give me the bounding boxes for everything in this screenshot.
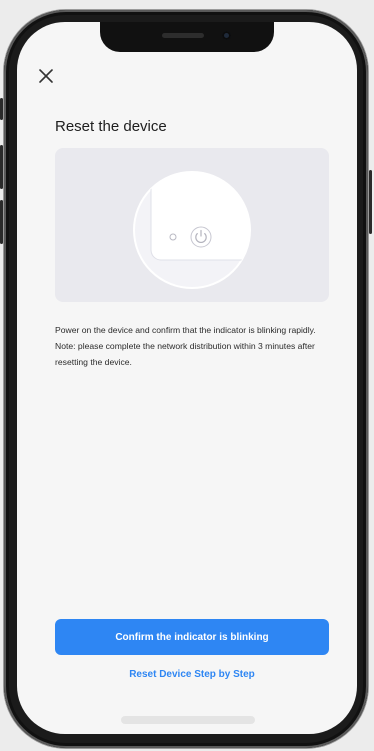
side-button (0, 98, 3, 120)
reset-step-by-step-link[interactable]: Reset Device Step by Step (55, 669, 329, 680)
device-illustration (55, 148, 329, 302)
instruction-line-2: Note: please complete the network distri… (55, 341, 315, 367)
instruction-line-1: Power on the device and confirm that the… (55, 325, 316, 335)
instructions-text: Power on the device and confirm that the… (55, 322, 329, 370)
home-indicator (121, 716, 255, 724)
volume-down-button (0, 200, 3, 244)
power-button (369, 170, 372, 234)
notch (100, 22, 274, 52)
phone-screen: Reset the device Power on the device and… (17, 22, 357, 734)
confirm-blinking-button[interactable]: Confirm the indicator is blinking (55, 619, 329, 655)
close-icon[interactable] (37, 67, 55, 85)
close-icon-glyph (39, 69, 53, 83)
speaker-grille (162, 33, 204, 38)
volume-up-button (0, 145, 3, 189)
device-drawing (133, 171, 251, 289)
power-icon (190, 226, 212, 248)
stage: Reset the device Power on the device and… (0, 0, 374, 751)
page-title: Reset the device (55, 118, 167, 135)
front-camera (222, 31, 231, 40)
